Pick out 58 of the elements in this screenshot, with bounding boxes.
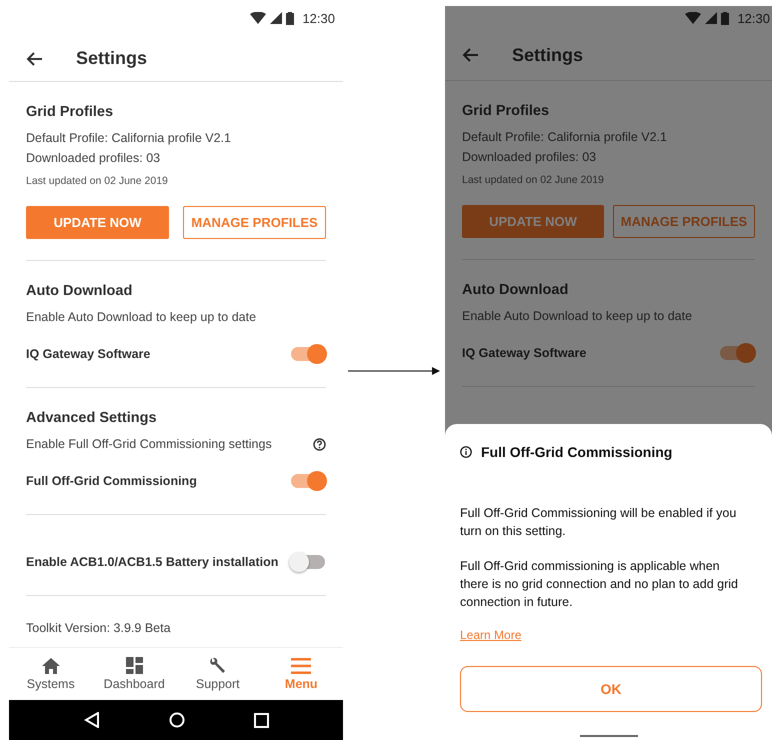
- learn-more-link[interactable]: Learn More: [460, 628, 522, 642]
- toggle-label: Enable ACB1.0/ACB1.5 Battery installation: [26, 555, 278, 569]
- section-text: Default Profile: California profile V2.1: [462, 129, 668, 146]
- signal-icon: [270, 12, 282, 24]
- nav-tab[interactable]: Menu: [266, 658, 336, 690]
- last-updated-text: Last updated on 02 June 2019: [462, 173, 605, 188]
- sheet-title: Full Off-Grid Commissioning: [481, 444, 672, 460]
- wifi-icon: [685, 12, 702, 24]
- ok-button[interactable]: OK: [460, 666, 762, 712]
- home-indicator: [580, 735, 638, 737]
- section-text: Downloaded profiles: 03: [462, 149, 598, 166]
- signal-icon: [705, 12, 718, 24]
- version-text: Toolkit Version: 3.9.9 Beta: [26, 620, 172, 637]
- section-heading: Grid Profiles: [462, 102, 550, 121]
- nav-tab[interactable]: Systems: [16, 658, 86, 690]
- sheet-paragraph: Full Off-Grid Commissioning will be enabled if you turn on this setting.: [460, 505, 738, 540]
- screen-title: Settings: [76, 48, 148, 69]
- toggle-switch[interactable]: [291, 474, 325, 488]
- arrow-icon: [348, 366, 440, 376]
- toggle-switch[interactable]: [720, 346, 754, 360]
- home-icon: [42, 658, 60, 674]
- screen-title: Settings: [512, 44, 584, 66]
- last-updated-text: Last updated on 02 June 2019: [26, 174, 169, 189]
- section-heading: Advanced Settings: [26, 409, 158, 428]
- menu-icon: [291, 658, 312, 674]
- section-text: Default Profile: California profile V2.1: [26, 130, 232, 147]
- section-heading: Grid Profiles: [26, 103, 114, 122]
- nav-tab[interactable]: Dashboard: [99, 657, 170, 691]
- update-now-button[interactable]: UPDATE NOW: [462, 205, 604, 238]
- nav-tab[interactable]: Support: [182, 657, 253, 691]
- home-circle-icon[interactable]: [168, 712, 184, 728]
- toggle-label: Full Off-Grid Commissioning: [26, 474, 197, 488]
- section-text: Enable Full Off-Grid Commissioning settings: [26, 436, 272, 453]
- update-now-button[interactable]: UPDATE NOW: [26, 206, 169, 239]
- recents-square-icon[interactable]: [254, 712, 268, 728]
- manage-profiles-button[interactable]: MANAGE PROFILES: [183, 206, 326, 239]
- help-icon[interactable]: [313, 438, 326, 450]
- back-triangle-icon[interactable]: [84, 712, 100, 728]
- back-icon[interactable]: [26, 52, 42, 66]
- battery-icon: [286, 12, 294, 24]
- wrench-icon: [209, 657, 226, 674]
- status-time: 12:30: [302, 10, 335, 26]
- section-heading: Auto Download: [462, 281, 570, 300]
- sheet-paragraph: Full Off-Grid commissioning is applicable when there is no grid connection and no plan to add grid connection in future.: [460, 558, 739, 611]
- dashboard-icon: [126, 657, 143, 674]
- manage-profiles-button[interactable]: MANAGE PROFILES: [613, 205, 755, 238]
- toggle-label: IQ Gateway Software: [462, 346, 586, 360]
- section-text: Enable Auto Download to keep up to date: [462, 308, 694, 325]
- battery-icon: [721, 12, 730, 24]
- toggle-switch[interactable]: [291, 555, 325, 569]
- status-time: 12:30: [737, 10, 770, 26]
- toggle-label: IQ Gateway Software: [26, 347, 150, 361]
- section-text: Downloaded profiles: 03: [26, 150, 162, 167]
- section-text: Enable Auto Download to keep up to date: [26, 309, 258, 326]
- wifi-icon: [250, 12, 266, 24]
- toggle-switch[interactable]: [291, 347, 325, 361]
- info-icon: [460, 446, 472, 458]
- section-heading: Auto Download: [26, 282, 134, 301]
